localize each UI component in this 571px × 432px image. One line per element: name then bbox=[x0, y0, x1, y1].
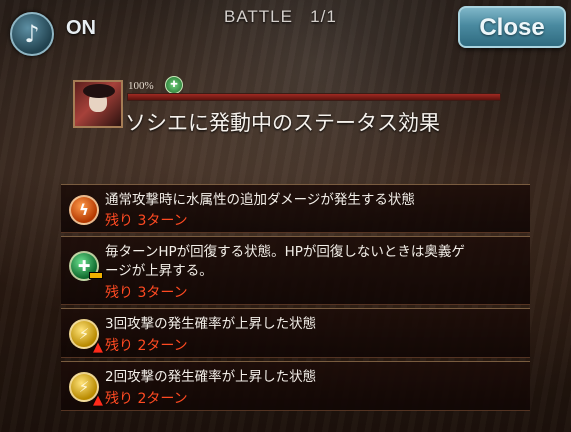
gauge-badge-icon bbox=[89, 272, 103, 279]
hp-bar-fill bbox=[128, 94, 500, 100]
status-effect-turns: 残り 2ターン bbox=[105, 338, 188, 354]
double-attack-up-icon: ⚡ ▲ bbox=[69, 372, 103, 407]
status-effect-turns: 残り 2ターン bbox=[105, 391, 188, 407]
up-arrow-icon: ▲ bbox=[93, 393, 103, 408]
status-effect-text: 3回攻撃の発生確率が上昇した状態 bbox=[105, 316, 317, 332]
hp-percent: 100% bbox=[128, 80, 154, 92]
status-effect-turns: 残り 3ターン bbox=[105, 285, 188, 301]
hp-bar bbox=[127, 93, 501, 101]
character-portrait bbox=[73, 80, 123, 128]
close-button[interactable]: Close bbox=[458, 6, 566, 48]
battle-counter: BATTLE 1/1 bbox=[224, 7, 337, 27]
status-effect-turns: 残り 3ターン bbox=[105, 213, 188, 229]
sound-state-label[interactable]: ON bbox=[66, 17, 96, 40]
status-effect-text: 毎ターンHPが回復する状態。HPが回復しないときは奥義ゲ ージが上昇する。 bbox=[105, 244, 465, 279]
regen-mini-icon: ✚ bbox=[165, 76, 183, 94]
status-effect-text: 2回攻撃の発生確率が上昇した状態 bbox=[105, 369, 317, 385]
status-effect-row[interactable]: ϟ 通常攻撃時に水属性の追加ダメージが発生する状態 残り 3ターン bbox=[61, 184, 530, 233]
music-note-icon: ♪ bbox=[24, 20, 40, 48]
battle-count: 1/1 bbox=[310, 7, 337, 26]
regen-icon: ✚ bbox=[69, 251, 103, 281]
water-bonus-damage-icon: ϟ bbox=[69, 195, 99, 225]
battle-label: BATTLE bbox=[224, 7, 293, 26]
panel-title: ソシエに発動中のステータス効果 bbox=[125, 111, 440, 135]
status-effect-row[interactable]: ⚡ ▲ 2回攻撃の発生確率が上昇した状態 残り 2ターン bbox=[61, 361, 530, 411]
up-arrow-icon: ▲ bbox=[93, 340, 103, 355]
music-toggle-button[interactable]: ♪ bbox=[10, 12, 54, 56]
status-effect-row[interactable]: ✚ 毎ターンHPが回復する状態。HPが回復しないときは奥義ゲ ージが上昇する。 … bbox=[61, 236, 530, 305]
triple-attack-up-icon: ⚡ ▲ bbox=[69, 319, 103, 354]
status-effect-list: ϟ 通常攻撃時に水属性の追加ダメージが発生する状態 残り 3ターン ✚ 毎ターン… bbox=[61, 184, 530, 414]
status-effect-row[interactable]: ⚡ ▲ 3回攻撃の発生確率が上昇した状態 残り 2ターン bbox=[61, 308, 530, 358]
status-effect-text: 通常攻撃時に水属性の追加ダメージが発生する状態 bbox=[105, 192, 415, 208]
